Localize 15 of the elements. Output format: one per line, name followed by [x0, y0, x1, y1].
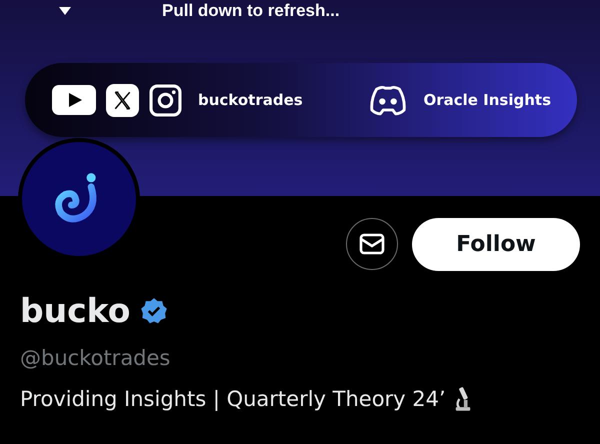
x-logo-icon[interactable]: [106, 84, 139, 116]
link-label[interactable]: buckotrades: [198, 91, 303, 109]
message-button[interactable]: [346, 218, 398, 270]
mail-icon: [359, 233, 385, 255]
game-controller-icon[interactable]: [369, 84, 408, 116]
refresh-hint: Pull down to refresh...: [162, 1, 340, 21]
bio-text: Providing Insights | Quarterly Theory 24’: [20, 387, 446, 411]
link-label[interactable]: Oracle Insights: [423, 91, 551, 109]
arrow-down-icon: [58, 6, 72, 16]
youtube-icon[interactable]: [52, 85, 96, 115]
user-handle: @buckotrades: [20, 346, 172, 370]
camera-icon[interactable]: [149, 84, 182, 116]
microscope-icon: [454, 386, 472, 412]
display-name: bucko: [20, 291, 130, 330]
follow-button[interactable]: Follow: [412, 218, 580, 271]
